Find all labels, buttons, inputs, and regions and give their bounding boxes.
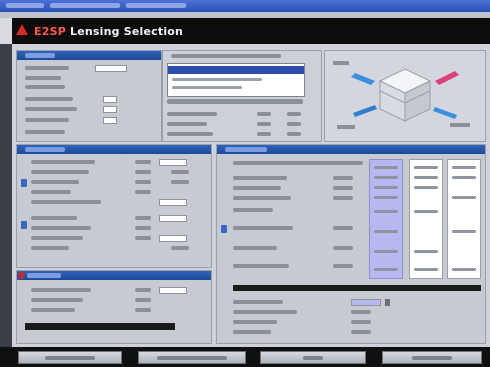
config-input-4[interactable]	[103, 96, 117, 103]
param-row-4	[31, 189, 203, 196]
results-lower-row-1	[233, 299, 403, 306]
footer-button-1[interactable]	[18, 351, 122, 364]
lower-left-row-2	[31, 297, 203, 304]
param-row-3	[31, 179, 203, 186]
results-column-3	[447, 159, 481, 279]
results-row-2	[233, 185, 363, 192]
lower-left-section-header	[17, 271, 211, 280]
footer-bar	[0, 347, 490, 367]
lower-left-divider	[25, 323, 175, 330]
results-section	[216, 144, 486, 344]
app-header: E2SP Lensing Selection	[12, 18, 490, 44]
spinner-arrows-icon[interactable]	[385, 299, 390, 306]
results-row-3	[233, 195, 363, 202]
window-title-bar	[0, 0, 490, 12]
param-row-6	[31, 215, 203, 222]
selection-row-2	[167, 121, 317, 128]
footer-button-2[interactable]	[138, 351, 246, 364]
param-input-1[interactable]	[159, 159, 187, 166]
config-select-1[interactable]	[95, 65, 127, 72]
alert-icon	[19, 272, 24, 279]
lock-icon[interactable]	[21, 179, 27, 187]
param-row-2	[31, 169, 203, 176]
results-lower-row-3	[233, 319, 403, 326]
config-input-5[interactable]	[103, 106, 117, 113]
config-row-6	[25, 117, 153, 124]
left-strip	[0, 44, 12, 367]
results-lower-row-2	[233, 309, 403, 316]
config-section	[16, 50, 162, 142]
config-row-1	[25, 65, 153, 72]
pallet-diagram-panel	[324, 50, 486, 142]
config-row-7	[25, 129, 153, 136]
lower-left-input-1[interactable]	[159, 287, 187, 294]
config-section-header	[17, 51, 161, 60]
param-input-5[interactable]	[159, 199, 187, 206]
lock-icon[interactable]	[21, 221, 27, 229]
stack-pallet-diagram-icon	[333, 61, 470, 129]
lower-left-row-3	[31, 307, 203, 314]
results-row-4	[233, 207, 363, 214]
config-row-3	[25, 84, 153, 91]
app-title: E2SP Lensing Selection	[34, 25, 183, 38]
app-title-brand: E2SP	[34, 25, 66, 38]
config-row-4	[25, 96, 153, 103]
results-lower-input-1[interactable]	[351, 299, 381, 306]
app-title-text: Lensing Selection	[69, 25, 184, 38]
parameters-section-header	[17, 145, 211, 154]
parameters-section	[16, 144, 212, 268]
footer-button-3[interactable]	[260, 351, 366, 364]
results-column-2	[409, 159, 443, 279]
highlight-column	[369, 159, 403, 279]
config-row-1-label	[25, 66, 69, 70]
config-row-5	[25, 106, 153, 113]
selection-row-1	[167, 111, 317, 118]
selection-listbox[interactable]	[167, 63, 305, 97]
param-row-1	[31, 159, 203, 166]
param-row-9	[31, 245, 203, 252]
config-input-6[interactable]	[103, 117, 117, 124]
results-lower-row-4	[233, 329, 403, 336]
main-area	[12, 44, 490, 347]
brand-triangle-icon	[16, 24, 28, 35]
lock-icon[interactable]	[221, 225, 227, 233]
param-input-6[interactable]	[159, 215, 187, 222]
results-row-5	[233, 225, 363, 232]
config-row-2	[25, 75, 153, 82]
results-row-6	[233, 245, 363, 252]
lower-left-section	[16, 270, 212, 344]
param-row-5	[31, 199, 203, 206]
selected-list-item[interactable]	[168, 66, 304, 74]
selection-section	[162, 50, 322, 142]
results-row-7	[233, 263, 363, 270]
lower-left-row-1	[31, 287, 203, 294]
results-section-header	[217, 145, 485, 154]
footer-button-4[interactable]	[382, 351, 482, 364]
param-row-7	[31, 225, 203, 232]
results-row-1	[233, 175, 363, 182]
param-row-8	[31, 235, 203, 242]
results-divider	[233, 285, 481, 291]
param-input-8[interactable]	[159, 235, 187, 242]
selection-row-3	[167, 131, 317, 138]
